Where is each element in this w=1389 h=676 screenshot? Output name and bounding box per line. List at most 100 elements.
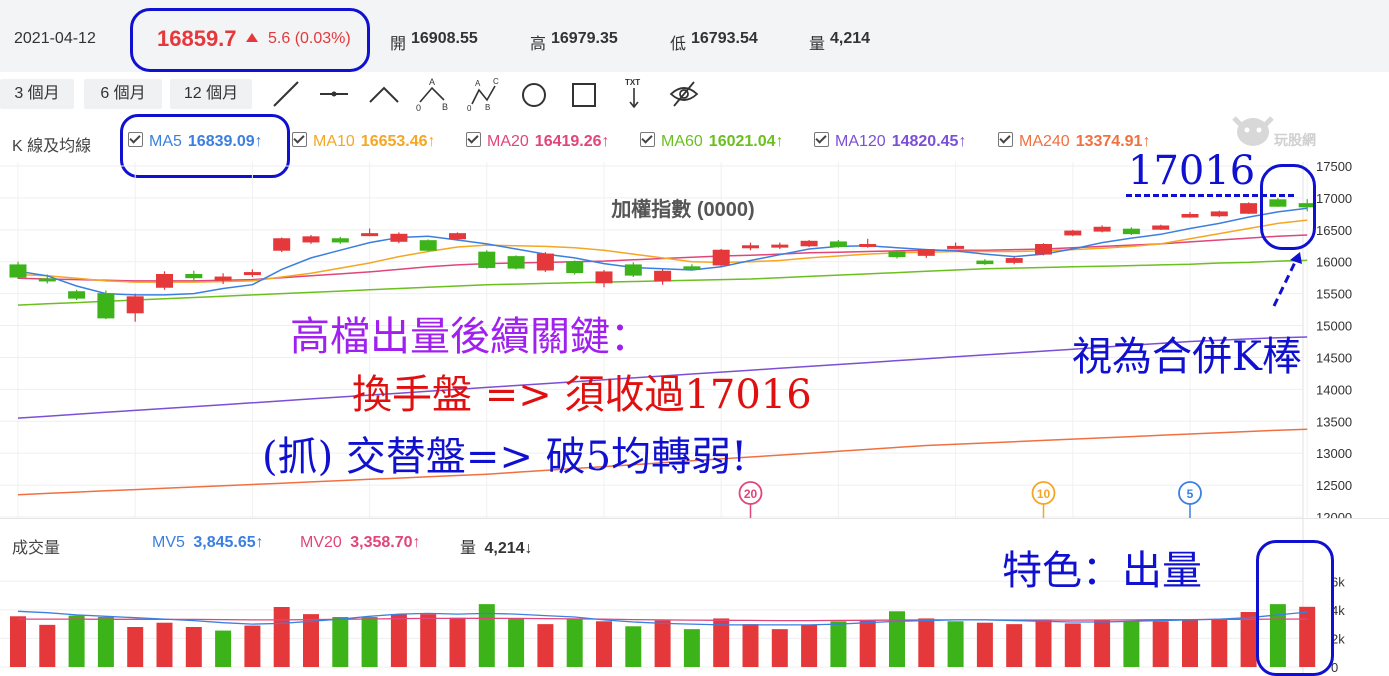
candle-body xyxy=(1093,226,1111,232)
open-value: 16908.55 xyxy=(411,30,478,47)
volume-bar xyxy=(215,630,232,667)
abcd-label-b: B xyxy=(485,103,490,112)
ma-marker-label: 20 xyxy=(744,487,758,501)
period-12m-button[interactable]: 12 個月 xyxy=(170,79,252,109)
candle-body xyxy=(536,253,554,271)
volume-bar xyxy=(976,622,993,667)
ma120-checkbox[interactable] xyxy=(814,132,829,147)
volume-bar xyxy=(801,624,818,667)
candle-body xyxy=(917,249,935,256)
abc-pattern-tool-icon[interactable]: 0 A B xyxy=(414,76,450,112)
ma10-checkbox[interactable] xyxy=(292,132,307,147)
volume-highlight-oval xyxy=(1256,540,1334,676)
period-3m-button[interactable]: 3 個月 xyxy=(0,79,74,109)
ma60-value: 16021.04 xyxy=(708,133,776,150)
volume-bar xyxy=(127,627,144,667)
volume-bar xyxy=(830,621,847,667)
candle-body xyxy=(1064,230,1082,236)
text-tool-icon[interactable]: TXT xyxy=(616,76,652,112)
candle-body xyxy=(947,245,965,249)
volume-bar xyxy=(1035,619,1052,667)
abc-label-a: A xyxy=(429,77,435,87)
y-tick-label: 15000 xyxy=(1316,319,1352,334)
volume-bar xyxy=(420,614,437,667)
period-6m-button[interactable]: 6 個月 xyxy=(84,79,162,109)
low-value: 16793.54 xyxy=(691,30,758,47)
volume-bar xyxy=(625,626,642,667)
annotation-line3: (抓) 交替盤=> 破5均轉弱! xyxy=(262,434,748,480)
candle-body xyxy=(302,236,320,243)
abcd-pattern-tool-icon[interactable]: 0 A B C xyxy=(466,76,502,112)
volume-bar xyxy=(742,624,759,667)
volume-bar xyxy=(449,617,466,667)
volume-bar xyxy=(156,622,173,667)
ma240-name: MA240 xyxy=(1019,133,1070,150)
merge-candle-note: 視為合併K棒 xyxy=(1072,334,1302,380)
candle-body xyxy=(888,251,906,258)
volume-bar xyxy=(537,624,554,667)
candle-body xyxy=(1181,214,1199,218)
line-tool-icon[interactable] xyxy=(268,76,304,112)
volume-bar xyxy=(596,621,612,667)
candle-body xyxy=(156,273,173,288)
y-tick-label: 13500 xyxy=(1316,414,1352,429)
candle-body xyxy=(9,264,27,278)
ma240-checkbox[interactable] xyxy=(998,132,1013,147)
volume-bar xyxy=(10,616,26,667)
volume-bar xyxy=(1211,619,1228,667)
annotation-line2: 換手盤 => 須收過17016 xyxy=(352,372,812,418)
volume-bar xyxy=(68,615,85,667)
candle-body xyxy=(742,245,759,249)
feature-note: 特色：出量 xyxy=(1002,548,1202,594)
volume-value: 4,214 xyxy=(830,30,871,47)
level-17016-note: 17016 xyxy=(1128,148,1256,194)
abc-label-0: 0 xyxy=(416,103,421,112)
open-label: 開 xyxy=(390,36,407,53)
hide-drawings-icon[interactable] xyxy=(666,76,702,112)
candle-body xyxy=(712,249,730,266)
candle-body xyxy=(1005,258,1023,263)
abcd-label-a: A xyxy=(475,79,481,88)
candle-body xyxy=(859,243,877,247)
candle-body xyxy=(38,278,56,282)
y-tick-label: 14500 xyxy=(1316,350,1352,365)
candle-body xyxy=(800,240,818,247)
ma10-toggle[interactable]: MA10 16653.46↑ xyxy=(292,132,436,151)
ma20-arrow: ↑ xyxy=(601,133,610,150)
ma60-toggle[interactable]: MA60 16021.04↑ xyxy=(640,132,784,151)
volume-bar xyxy=(508,618,525,667)
horizontal-line-tool-icon[interactable] xyxy=(316,76,352,112)
candle-body xyxy=(449,233,466,240)
candle-body xyxy=(126,296,144,314)
candle-body xyxy=(1210,211,1228,217)
ma20-value: 16419.26 xyxy=(534,133,602,150)
rectangle-tool-icon[interactable] xyxy=(566,76,602,112)
candle-body xyxy=(419,240,437,251)
candle-body xyxy=(566,261,584,274)
y-tick-label: 17500 xyxy=(1316,162,1352,174)
candle-body xyxy=(976,260,994,265)
mv5-line xyxy=(17,610,1308,626)
price-highlight-oval xyxy=(130,8,370,72)
volume-bar xyxy=(1123,621,1140,667)
candle-body xyxy=(624,264,642,276)
volume-bar xyxy=(1152,621,1169,667)
ma120-toggle[interactable]: MA120 14820.45↑ xyxy=(814,132,966,151)
volume-bar xyxy=(683,629,700,667)
volume-bar xyxy=(273,607,290,667)
candle-body xyxy=(829,241,847,247)
ma20-name: MA20 xyxy=(487,133,529,150)
txt-label: TXT xyxy=(625,78,640,87)
circle-tool-icon[interactable] xyxy=(516,76,552,112)
ma20-toggle[interactable]: MA20 16419.26↑ xyxy=(466,132,610,151)
candle-body xyxy=(771,244,789,248)
ma60-checkbox[interactable] xyxy=(640,132,655,147)
candle-body xyxy=(390,233,408,242)
y-tick-label: 12000 xyxy=(1316,510,1352,518)
candle-body xyxy=(243,272,261,276)
ma20-checkbox[interactable] xyxy=(466,132,481,147)
candle-body xyxy=(1152,225,1170,230)
angle-tool-icon[interactable] xyxy=(366,76,402,112)
abcd-label-c: C xyxy=(493,77,499,86)
candle-body xyxy=(273,238,291,251)
